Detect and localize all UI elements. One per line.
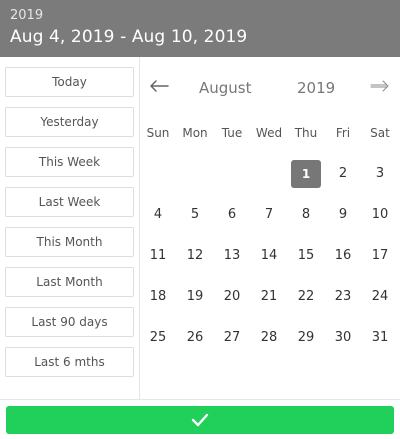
day-cell[interactable]: 19 (180, 283, 210, 311)
day-cell[interactable]: 17 (365, 242, 395, 270)
day-cell[interactable]: 30 (328, 324, 358, 352)
arrow-left-icon (150, 80, 169, 92)
day-cell[interactable]: 12 (180, 242, 210, 270)
day-cell[interactable]: 10 (365, 201, 395, 229)
weekday-label: Sun (146, 126, 170, 140)
month-label[interactable]: August (199, 79, 252, 97)
day-cell[interactable]: 24 (365, 283, 395, 311)
preset-last-week[interactable]: Last Week (5, 187, 134, 217)
day-cell[interactable]: 28 (254, 324, 284, 352)
day-cell[interactable]: 31 (365, 324, 395, 352)
calendar: August 2019 Sun Mon Tue Wed Thu Fri Sat 123456… (140, 57, 400, 399)
day-cell[interactable]: 4 (143, 201, 173, 229)
preset-yesterday[interactable]: Yesterday (5, 107, 134, 137)
arrow-right-icon (370, 80, 389, 92)
day-cell-selected[interactable]: 1 (291, 160, 321, 188)
day-cell[interactable]: 25 (143, 324, 173, 352)
day-cell[interactable]: 15 (291, 242, 321, 270)
day-cell[interactable]: 23 (328, 283, 358, 311)
day-cell[interactable]: 29 (291, 324, 321, 352)
weekday-label: Wed (255, 126, 283, 140)
header: 2019 Aug 4, 2019 - Aug 10, 2019 (0, 0, 400, 57)
day-cell[interactable]: 5 (180, 201, 210, 229)
preset-last-month[interactable]: Last Month (5, 267, 134, 297)
confirm-button[interactable] (6, 406, 394, 434)
day-cell[interactable]: 21 (254, 283, 284, 311)
checkmark-icon (191, 413, 209, 427)
preset-this-week[interactable]: This Week (5, 147, 134, 177)
preset-last-6-months[interactable]: Last 6 mths (5, 347, 134, 377)
day-cell[interactable]: 20 (217, 283, 247, 311)
day-cell[interactable]: 9 (328, 201, 358, 229)
weekday-label: Mon (182, 126, 208, 140)
weekday-label: Fri (335, 126, 351, 140)
day-cell[interactable]: 26 (180, 324, 210, 352)
day-cell[interactable]: 22 (291, 283, 321, 311)
day-cell[interactable]: 27 (217, 324, 247, 352)
preset-today[interactable]: Today (5, 67, 134, 97)
day-cell[interactable]: 7 (254, 201, 284, 229)
prev-month-button[interactable] (148, 75, 172, 97)
day-cell[interactable]: 13 (217, 242, 247, 270)
selected-range: Aug 4, 2019 - Aug 10, 2019 (10, 27, 248, 47)
day-cell[interactable]: 8 (291, 201, 321, 229)
preset-last-90-days[interactable]: Last 90 days (5, 307, 134, 337)
weekday-label: Tue (221, 126, 243, 140)
day-cell[interactable]: 3 (365, 160, 395, 188)
footer (0, 399, 400, 439)
day-cell[interactable]: 6 (217, 201, 247, 229)
preset-sidebar: Today Yesterday This Week Last Week This… (0, 57, 140, 399)
day-cell[interactable]: 14 (254, 242, 284, 270)
weekday-label: Thu (294, 126, 318, 140)
day-cell[interactable]: 16 (328, 242, 358, 270)
day-cell[interactable]: 2 (328, 160, 358, 188)
header-year: 2019 (10, 8, 44, 23)
day-cell[interactable]: 18 (143, 283, 173, 311)
weekday-label: Sat (370, 126, 390, 140)
next-month-button[interactable] (368, 75, 392, 97)
preset-this-month[interactable]: This Month (5, 227, 134, 257)
year-label[interactable]: 2019 (297, 79, 335, 97)
day-cell[interactable]: 11 (143, 242, 173, 270)
